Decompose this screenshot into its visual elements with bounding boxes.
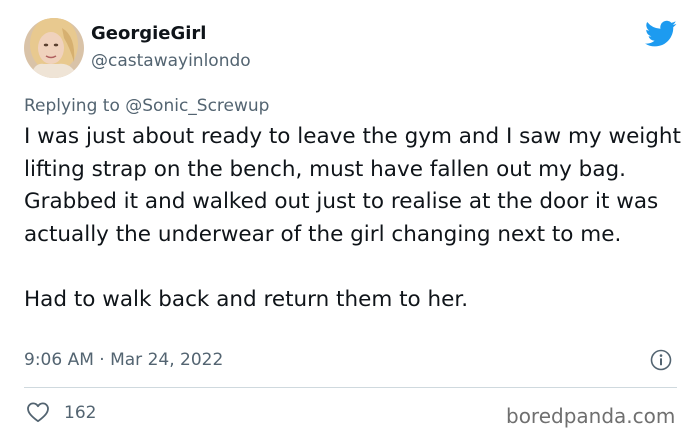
replying-to: Replying to @Sonic_Screwup (24, 95, 269, 117)
heart-icon[interactable] (26, 401, 50, 423)
tweet-timestamp[interactable]: 9:06 AM · Mar 24, 2022 (24, 349, 223, 371)
tweet-paragraph: Had to walk back and return them to her. (24, 286, 469, 312)
replying-to-label: Replying to (24, 96, 126, 116)
avatar[interactable] (24, 18, 84, 78)
like-count: 162 (64, 403, 97, 423)
display-name[interactable]: GeorgieGirl (91, 23, 206, 45)
watermark: boredpanda.com (506, 404, 676, 428)
tweet-paragraph: I was just about ready to leave the gym … (24, 124, 681, 247)
avatar-image (24, 18, 84, 78)
tweet-text: I was just about ready to leave the gym … (24, 121, 684, 316)
reply-mention-link[interactable]: @Sonic_Screwup (125, 96, 269, 116)
user-handle[interactable]: @castawayinlondo (91, 50, 251, 72)
tweet-card: GeorgieGirl @castawayinlondo Replying to… (0, 0, 700, 441)
divider (24, 387, 677, 388)
info-icon[interactable] (650, 349, 672, 371)
twitter-bird-icon[interactable] (645, 20, 677, 48)
